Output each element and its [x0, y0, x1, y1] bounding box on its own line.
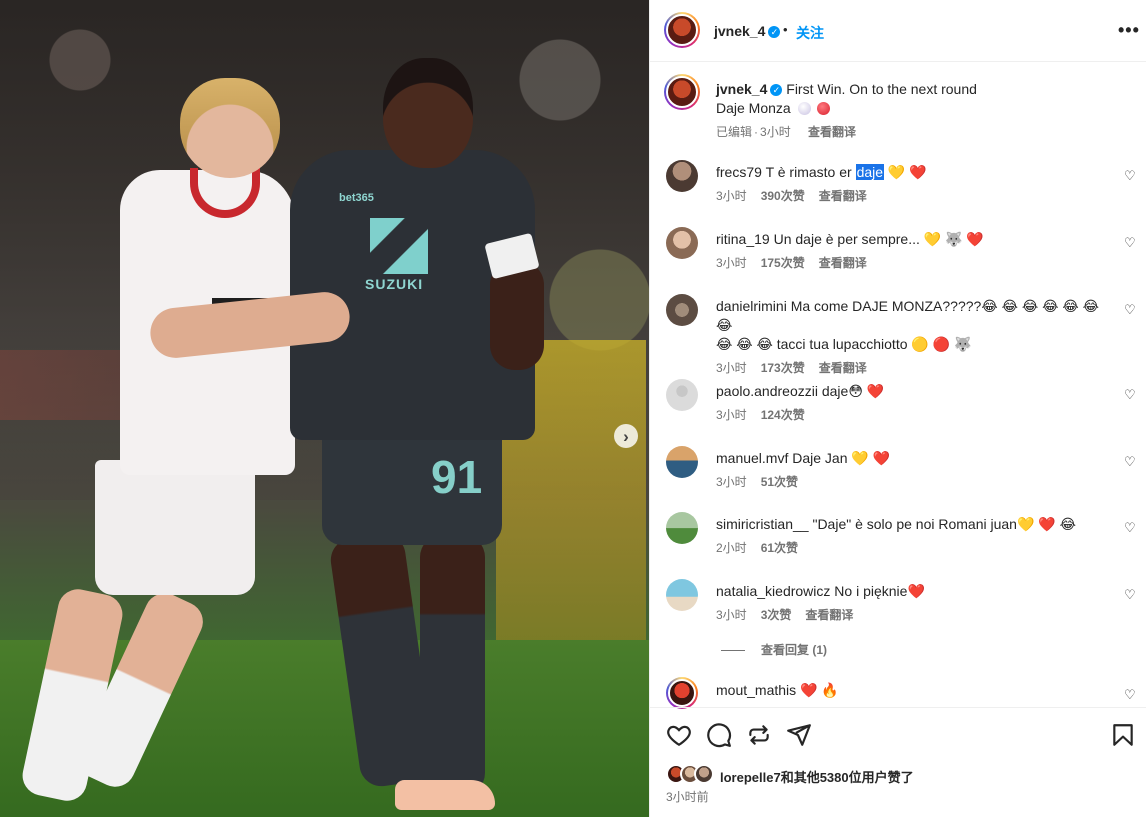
comment-text: 😂 😂 😂 tacci tua lupacchiotto 🟡 🔴 🐺	[716, 336, 972, 352]
comment-bubble-icon[interactable]	[706, 722, 732, 748]
player-white-head	[180, 78, 280, 178]
commenter-avatar[interactable]	[666, 227, 698, 259]
suzuki-logo	[370, 218, 428, 274]
liked-by-text[interactable]: lorepelle7和其他5380位用户赞了	[720, 767, 914, 786]
like-heart-icon[interactable]: ♡	[1124, 303, 1136, 316]
commenter-username[interactable]: manuel.mvf	[716, 450, 788, 466]
caption-time: 3小时	[760, 125, 791, 139]
post-photo[interactable]: 91 SUZUKI bet365 ›	[0, 0, 649, 817]
verified-badge-icon: ✓	[770, 84, 783, 97]
comment-likes[interactable]: 390次赞	[761, 189, 805, 203]
commenter-username[interactable]: paolo.andreozzii	[716, 383, 818, 399]
sponsor-text: SUZUKI	[365, 276, 424, 292]
red-circle-icon	[817, 102, 831, 115]
comment-likes[interactable]: 173次赞	[761, 361, 805, 375]
comment-time: 3小时	[716, 256, 747, 270]
comment-text: 💛 ❤️	[884, 164, 927, 180]
see-translation-link[interactable]: 查看翻译	[805, 608, 853, 622]
verified-badge-icon: ✓	[768, 26, 781, 39]
default-avatar-icon[interactable]	[666, 379, 698, 411]
comment-text: Daje Jan 💛 ❤️	[792, 450, 891, 466]
commenter-username[interactable]: ritina_19	[716, 231, 770, 247]
share-send-icon[interactable]	[786, 722, 812, 748]
commenter-avatar[interactable]	[666, 294, 698, 326]
comment-likes[interactable]: 51次赞	[761, 475, 798, 489]
post-header: jvnek_4 ✓ • 关注 •••	[650, 0, 1146, 62]
commenter-avatar[interactable]	[666, 160, 698, 192]
see-translation-link[interactable]: 查看翻译	[819, 189, 867, 203]
separator-dot: •	[783, 22, 788, 37]
comment-text: Un daje è per sempre... 💛 🐺 ❤️	[773, 231, 984, 247]
comment-text: daje😳 ❤️	[821, 383, 885, 399]
like-heart-icon[interactable]: ♡	[1124, 169, 1136, 182]
comment-likes[interactable]: 61次赞	[761, 541, 798, 555]
selected-text: daje	[855, 164, 885, 180]
comment-time: 3小时	[716, 189, 747, 203]
comment-time: 3小时	[716, 475, 747, 489]
commenter-username[interactable]: simiricristian__	[716, 516, 809, 532]
comment-text: ❤️ 🔥	[800, 682, 839, 698]
comment-time: 3小时	[716, 361, 747, 375]
comment-likes[interactable]: 175次赞	[761, 256, 805, 270]
commenter-avatar[interactable]	[666, 579, 698, 611]
post-actions-bar: lorepelle7和其他5380位用户赞了 3小时前	[650, 707, 1146, 817]
player-dark-boot	[395, 780, 495, 810]
see-translation-link[interactable]: 查看翻译	[819, 361, 867, 375]
commenter-username[interactable]: mout_mathis	[716, 682, 796, 698]
author-avatar[interactable]	[664, 74, 700, 110]
commenter-avatar[interactable]	[666, 677, 698, 709]
jersey-number: 91	[431, 451, 483, 503]
caption-text: Daje Monza	[716, 100, 791, 116]
view-replies-button[interactable]: 查看回复 (1)	[721, 641, 827, 658]
comment-text: No i pięknie❤️	[834, 583, 925, 599]
more-options-icon[interactable]: •••	[1118, 20, 1140, 41]
next-photo-arrow-icon[interactable]: ›	[614, 424, 638, 448]
caption-text: First Win. On to the next round	[786, 81, 977, 97]
author-username[interactable]: jvnek_4 ✓	[714, 23, 781, 39]
liker-avatar	[694, 764, 714, 784]
like-heart-icon[interactable]: ♡	[1124, 521, 1136, 534]
commenter-avatar[interactable]	[666, 446, 698, 478]
post-details-panel: jvnek_4 ✓ • 关注 ••• jvnek_4 ✓ First Win. On…	[649, 0, 1146, 817]
caption-username[interactable]: jvnek_4 ✓	[716, 81, 783, 97]
commenter-username[interactable]: natalia_kiedrowicz	[716, 583, 830, 599]
comment-text: T è rimasto er	[765, 164, 856, 180]
player-white-shorts	[95, 460, 255, 595]
commenter-username[interactable]: danielrimini	[716, 298, 787, 314]
repost-icon[interactable]	[746, 722, 772, 748]
instagram-post-modal: 91 SUZUKI bet365 › jvnek_4 ✓ • 关注 ••• jvn…	[0, 0, 1146, 817]
comment-text: "Daje" è solo pe noi Romani juan💛 ❤️ 😂	[812, 516, 1076, 532]
edited-label: 已编辑	[716, 125, 753, 139]
player-dark-leg	[420, 535, 485, 795]
like-heart-icon[interactable]: ♡	[1124, 455, 1136, 468]
comment-likes[interactable]: 3次赞	[761, 608, 792, 622]
like-heart-icon[interactable]: ♡	[1124, 388, 1136, 401]
comment-time: 2小时	[716, 541, 747, 555]
see-translation-link[interactable]: 查看翻译	[819, 256, 867, 270]
commenter-avatar[interactable]	[666, 512, 698, 544]
player-dark-head	[383, 58, 473, 168]
like-heart-icon[interactable]: ♡	[1124, 236, 1136, 249]
post-timestamp: 3小时前	[666, 790, 709, 804]
author-avatar[interactable]	[664, 12, 700, 48]
replies-divider	[721, 650, 745, 652]
sponsor-text: bet365	[339, 192, 374, 204]
follow-button[interactable]: 关注	[796, 23, 824, 43]
white-circle-icon	[797, 102, 811, 115]
like-heart-icon[interactable]	[666, 722, 692, 748]
comment-time: 3小时	[716, 408, 747, 422]
commenter-username[interactable]: frecs79	[716, 164, 762, 180]
comment-time: 3小时	[716, 608, 747, 622]
comment-likes[interactable]: 124次赞	[761, 408, 805, 422]
save-bookmark-icon[interactable]	[1110, 722, 1136, 748]
like-heart-icon[interactable]: ♡	[1124, 588, 1136, 601]
see-translation-link[interactable]: 查看翻译	[808, 125, 856, 139]
like-heart-icon[interactable]: ♡	[1124, 688, 1136, 701]
